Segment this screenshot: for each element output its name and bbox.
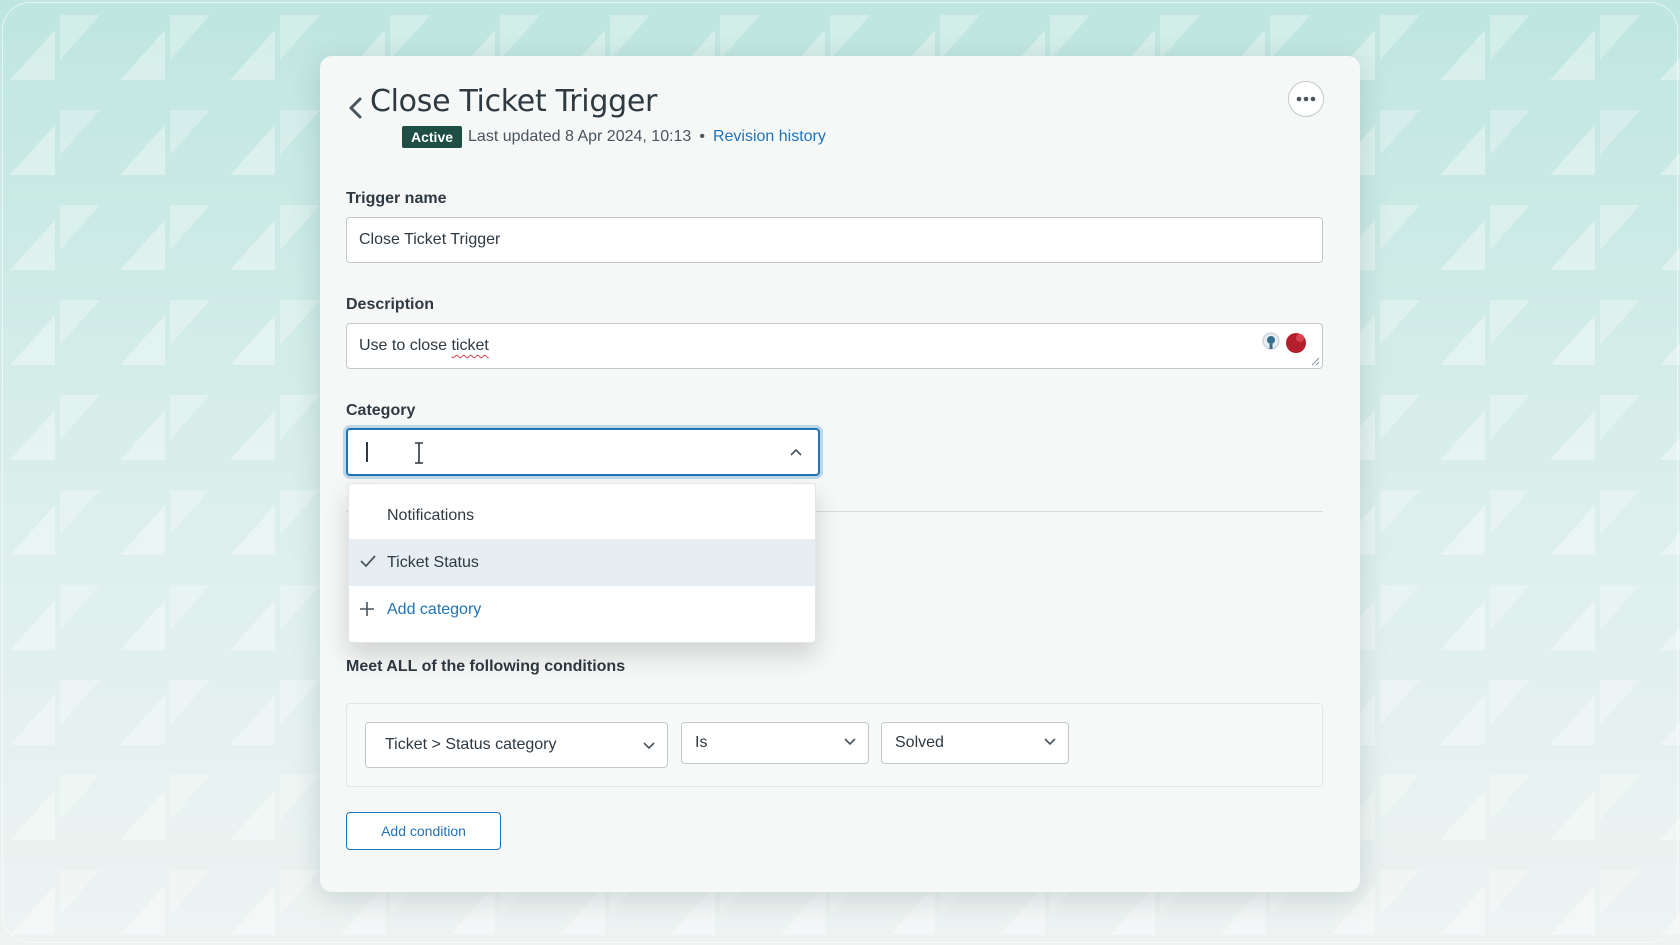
option-label: Notifications xyxy=(387,506,475,524)
add-category-label: Add category xyxy=(387,600,482,618)
condition-value-value: Solved xyxy=(895,734,944,751)
resize-handle-icon[interactable] xyxy=(1310,356,1320,366)
text-cursor-icon xyxy=(415,442,423,464)
misspelled-word[interactable]: ticket xyxy=(451,337,488,354)
check-icon xyxy=(360,555,376,568)
text-caret xyxy=(366,442,368,462)
condition-field-value: Ticket > Status category xyxy=(385,736,557,753)
trigger-name-value: Close Ticket Trigger xyxy=(359,231,501,248)
trigger-name-input[interactable]: Close Ticket Trigger xyxy=(346,217,1323,263)
plus-icon xyxy=(360,602,374,616)
extension-icons xyxy=(1261,332,1308,354)
condition-value-select[interactable]: Solved xyxy=(881,722,1069,764)
chevron-up-icon[interactable] xyxy=(790,448,802,456)
add-condition-button[interactable]: Add condition xyxy=(346,812,501,850)
condition-operator-select[interactable]: Is xyxy=(681,722,869,764)
description-label: Description xyxy=(346,296,435,313)
dropdown-option-ticket-status[interactable]: Ticket Status xyxy=(349,539,815,586)
chevron-down-icon xyxy=(643,742,655,750)
dropdown-option-notifications[interactable]: Notifications xyxy=(349,492,815,539)
description-text: Use to close ticket xyxy=(359,337,489,355)
condition-field-select[interactable]: Ticket > Status category xyxy=(365,722,668,768)
description-prefix: Use to close xyxy=(359,337,452,354)
last-updated-text: Last updated 8 Apr 2024, 10:13 xyxy=(468,128,692,145)
status-badge: Active xyxy=(402,126,463,148)
condition-operator-value: Is xyxy=(695,734,708,751)
chevron-left-icon[interactable] xyxy=(346,96,366,120)
category-dropdown: Notifications Ticket Status Add category xyxy=(348,483,816,643)
trigger-editor-card: Close Ticket Trigger Active Last updated… xyxy=(320,56,1360,892)
trigger-name-label: Trigger name xyxy=(346,190,447,207)
revision-history-link[interactable]: Revision history xyxy=(713,128,826,146)
conditions-box: Ticket > Status category Is Solved xyxy=(346,703,1323,787)
option-label: Ticket Status xyxy=(387,553,479,571)
page-title: Close Ticket Trigger xyxy=(370,84,658,119)
ellipsis-icon xyxy=(1296,96,1316,102)
add-category-option[interactable]: Add category xyxy=(349,586,815,633)
more-options-button[interactable] xyxy=(1288,81,1324,117)
description-textarea[interactable]: Use to close ticket xyxy=(346,323,1323,369)
chevron-down-icon xyxy=(1044,738,1056,746)
trigger-meta: Active Last updated 8 Apr 2024, 10:13 • … xyxy=(402,124,826,150)
chevron-down-icon xyxy=(844,738,856,746)
bulb-icon[interactable] xyxy=(1261,332,1281,354)
category-label: Category xyxy=(346,402,416,419)
conditions-heading: Meet ALL of the following conditions xyxy=(346,658,626,675)
category-combobox[interactable] xyxy=(346,428,820,476)
spellcheck-icon[interactable] xyxy=(1284,332,1308,354)
meta-separator: • xyxy=(699,128,705,145)
